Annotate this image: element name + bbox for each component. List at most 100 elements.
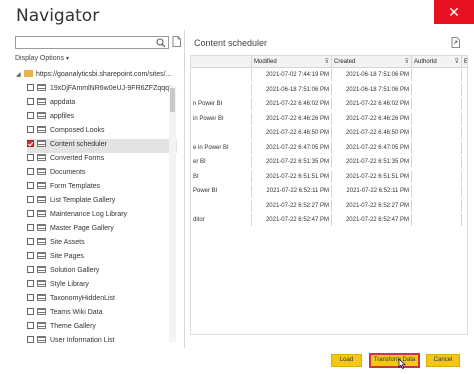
export-icon[interactable] [451, 37, 460, 48]
expand-icon[interactable]: ◢ [16, 70, 24, 80]
close-button[interactable]: ✕ [434, 0, 474, 24]
tree-item[interactable]: Style Library [27, 279, 177, 293]
pane-divider [184, 30, 185, 348]
checkbox-icon[interactable] [27, 98, 34, 105]
tree-item-label: Form Templates [50, 183, 101, 190]
tree-item-label: Maintenance Log Library [50, 211, 128, 218]
tree-item[interactable]: Converted Forms [27, 153, 177, 167]
column-header[interactable] [191, 56, 251, 68]
tree-item-label: appdata [50, 99, 76, 106]
checkbox-icon[interactable] [27, 168, 34, 175]
checkbox-icon[interactable] [27, 266, 34, 273]
column-header-label: Ed [464, 59, 468, 65]
chevron-down-icon: ▾ [66, 56, 70, 62]
tree-item[interactable]: Composed Looks [27, 125, 177, 139]
search-icon[interactable] [156, 38, 166, 48]
tree-item[interactable]: List Template Gallery [27, 195, 177, 209]
checkbox-icon[interactable] [27, 252, 34, 259]
column-header-ed[interactable]: Ed [461, 56, 468, 68]
table-cell [461, 127, 467, 139]
table-cell [191, 69, 251, 81]
table-cell [411, 98, 461, 110]
table-cell: n Power BI [193, 101, 223, 107]
load-button[interactable]: Load [331, 354, 362, 367]
table-cell: 2021-07-22 6:46:26 PM [331, 112, 411, 125]
table-cell: er BI [193, 159, 206, 165]
navigator-tree: ◢ https://goanalyticsbi.sharepoint.com/si… [14, 66, 177, 344]
table-cell [461, 141, 467, 154]
table-cell: 2021-07-02 7:44:19 PM [251, 69, 331, 81]
tree-item-label: Documents [50, 169, 86, 176]
checkbox-icon[interactable] [27, 308, 34, 315]
checkbox-icon[interactable] [27, 196, 34, 203]
checkbox-icon[interactable] [27, 294, 34, 301]
checkbox-icon[interactable] [27, 224, 34, 231]
tree-item-label: TaxonomyHiddenList [50, 295, 115, 302]
tree-item[interactable]: Documents [27, 167, 177, 181]
tree-item[interactable]: Site Assets [27, 237, 177, 251]
checkbox-icon[interactable] [27, 336, 34, 343]
checkbox-icon[interactable] [27, 322, 34, 329]
checkbox-icon[interactable] [27, 210, 34, 217]
table-cell: 2021-07-22 6:52:11 PM [251, 185, 331, 197]
table-cell: 2021-07-22 6:46:50 PM [331, 127, 411, 139]
table-icon [37, 98, 46, 105]
table-icon [37, 280, 46, 287]
table-row: 2021-07-02 7:44:19 PM 2021-06-18 7:51:06 … [191, 69, 467, 81]
filter-icon[interactable]: ⊽ [455, 56, 459, 68]
tree-item-label: Master Page Gallery [50, 225, 114, 232]
tree-item[interactable]: Site Pages [27, 251, 177, 265]
table-cell: 2021-06-18 7:51:06 PM [331, 83, 411, 96]
tree-item[interactable]: 19xDjFAmmlNR6w0eUJ-9FR6ZFZqqqt... [27, 83, 177, 97]
checkbox-icon[interactable] [27, 112, 34, 119]
checkbox-icon[interactable] [27, 182, 34, 189]
tree-item[interactable]: Content scheduler [27, 139, 177, 153]
preview-table: Modified ⊽ Created ⊽ AuthorId ⊽ Ed 2021-07-… [190, 55, 468, 335]
checkbox-icon[interactable] [27, 84, 34, 91]
transform-data-button[interactable]: Transform Data [369, 353, 420, 368]
table-icon [37, 154, 46, 161]
table-cell [411, 199, 461, 212]
tree-item[interactable]: Master Page Gallery [27, 223, 177, 237]
tree-item[interactable]: appfiles [27, 111, 177, 125]
filter-icon[interactable]: ⊽ [405, 56, 409, 68]
checkbox-icon[interactable] [27, 280, 34, 287]
column-header-modified[interactable]: Modified ⊽ [251, 56, 331, 68]
tree-root-label: https://goanalyticsbi.sharepoint.com/sit… [36, 71, 172, 78]
open-navigator-icon[interactable] [172, 36, 181, 47]
tree-item[interactable]: Teams Wiki Data [27, 307, 177, 321]
checkbox-icon[interactable] [27, 238, 34, 245]
cancel-button[interactable]: Cancel [426, 354, 460, 367]
tree-item-label: 19xDjFAmmlNR6w0eUJ-9FR6ZFZqqqt... [50, 85, 177, 92]
tree-item[interactable]: appdata [27, 97, 177, 111]
checkbox-icon[interactable] [27, 140, 34, 147]
column-header-created[interactable]: Created ⊽ [331, 56, 411, 68]
display-options-dropdown[interactable]: Display Options ▾ [15, 55, 69, 62]
tree-item-label: Site Assets [50, 239, 85, 246]
checkbox-icon[interactable] [27, 126, 34, 133]
tree-item[interactable]: Solution Gallery [27, 265, 177, 279]
table-cell [191, 127, 251, 139]
table-cell [461, 112, 467, 125]
tree-root-site[interactable]: ◢ https://goanalyticsbi.sharepoint.com/si… [16, 70, 176, 80]
table-cell [411, 141, 461, 154]
tree-item-label: Content scheduler [50, 141, 107, 148]
table-icon [37, 210, 46, 217]
column-header-authorid[interactable]: AuthorId ⊽ [411, 56, 461, 68]
tree-item[interactable]: User Information List [27, 335, 177, 349]
checkbox-icon[interactable] [27, 154, 34, 161]
table-cell [411, 112, 461, 125]
filter-icon[interactable]: ⊽ [325, 56, 329, 68]
tree-item[interactable]: TaxonomyHiddenList [27, 293, 177, 307]
tree-item[interactable]: Form Templates [27, 181, 177, 195]
table-cell: 2021-07-22 6:51:51 PM [251, 170, 331, 183]
table-cell [411, 83, 461, 96]
search-input[interactable] [15, 36, 169, 49]
scrollbar-thumb[interactable] [170, 88, 175, 112]
navigator-scrollbar[interactable] [169, 86, 176, 342]
table-header: Modified ⊽ Created ⊽ AuthorId ⊽ Ed [191, 56, 468, 68]
tree-item[interactable]: Theme Gallery [27, 321, 177, 335]
tree-item[interactable]: Maintenance Log Library [27, 209, 177, 223]
folder-icon [24, 70, 33, 77]
column-header-label: Modified [254, 59, 277, 65]
